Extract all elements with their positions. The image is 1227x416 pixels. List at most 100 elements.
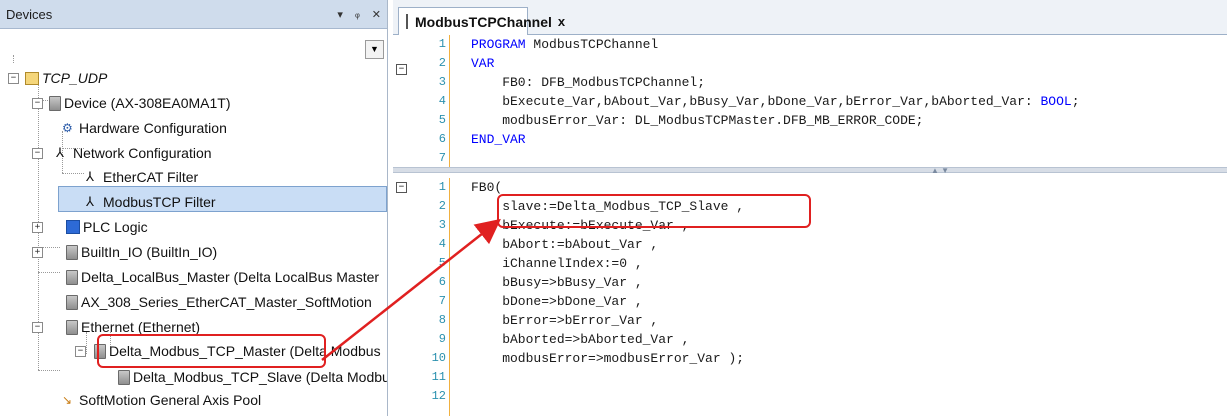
code-text: FB0: DFB_ModbusTCPChannel; (471, 73, 705, 92)
line-number: 3 (438, 218, 446, 232)
code-token: FB0( (471, 180, 503, 195)
code-token: bExecute_Var,bAbout_Var,bBusy_Var,bDone_… (471, 94, 1041, 109)
expand-icon[interactable]: + (32, 222, 43, 233)
tab-modbustcpchannel[interactable]: ModbusTCPChannel x (398, 7, 565, 35)
line-number: 2 (438, 56, 446, 70)
devices-panel-header: Devices ▾ ᵩ ✕ (0, 0, 387, 29)
line-number: 9 (438, 332, 446, 346)
tree-item-plc-logic[interactable]: + PLC Logic (32, 216, 148, 238)
line-number: 1 (438, 37, 446, 51)
line-number: 7 (438, 151, 446, 165)
code-token: bError=>bError_Var , (471, 313, 659, 328)
pane-splitter[interactable] (393, 167, 1227, 173)
code-token: modbusError_Var: DL_ModbusTCPMaster.DFB_… (471, 113, 924, 128)
code-text: VAR (471, 54, 494, 73)
code-line[interactable]: 3 FB0: DFB_ModbusTCPChannel; (393, 73, 1227, 92)
keyword-token: VAR (471, 56, 495, 71)
code-token: bAbort:=bAbout_Var , (471, 237, 659, 252)
project-icon (25, 71, 39, 85)
code-line[interactable]: 7 (393, 149, 1227, 167)
tree-item-network-configuration[interactable]: − ⅄ Network Configuration (32, 142, 212, 164)
code-text: PROGRAM ModbusTCPChannel (471, 35, 658, 54)
code-token: FB0: DFB_ModbusTCPChannel; (471, 75, 706, 90)
code-text: bBusy=>bBusy_Var , (471, 273, 643, 292)
code-text: iChannelIndex:=0 , (471, 254, 643, 273)
project-dropdown-button[interactable]: ▼ (365, 40, 384, 59)
tree-item-modbus-tcp-slave[interactable]: Delta_Modbus_TCP_Slave (Delta Modbu (118, 366, 387, 388)
network-icon: ⅄ (86, 169, 94, 184)
line-number: 3 (438, 75, 446, 89)
code-line[interactable]: 6 bBusy=>bBusy_Var , (393, 273, 1227, 292)
code-line[interactable]: 8 bError=>bError_Var , (393, 311, 1227, 330)
code-text: FB0( (471, 178, 502, 197)
devices-panel-title: Devices (6, 6, 53, 22)
code-text: END_VAR (471, 130, 526, 149)
code-token: modbusError=>modbusError_Var ); (471, 351, 745, 366)
code-line[interactable]: 4 bAbort:=bAbout_Var , (393, 235, 1227, 254)
tree-item-builtin-io[interactable]: + BuiltIn_IO (BuiltIn_IO) (32, 241, 217, 263)
collapse-icon[interactable]: − (32, 322, 43, 333)
code-text: bAbort:=bAbout_Var , (471, 235, 658, 254)
code-line[interactable]: 5 modbusError_Var: DL_ModbusTCPMaster.DF… (393, 111, 1227, 130)
tree-item-hardware-configuration[interactable]: ⚙ Hardware Configuration (62, 117, 227, 139)
panel-dropdown-icon[interactable]: ▾ (337, 8, 343, 21)
tree-item-ax308-ethercat-master[interactable]: AX_308_Series_EtherCAT_Master_SoftMotion (66, 291, 372, 313)
network-icon: ⅄ (86, 194, 94, 209)
line-number: 6 (438, 132, 446, 146)
code-text: modbusError=>modbusError_Var ); (471, 349, 744, 368)
tree-item-tcp-udp[interactable]: − TCP_UDP (8, 67, 107, 89)
document-icon (406, 14, 408, 29)
code-text: bAborted=>bAborted_Var , (471, 330, 689, 349)
keyword-token: BOOL (1040, 94, 1072, 109)
device-icon (66, 269, 78, 285)
collapse-icon[interactable]: − (8, 73, 19, 84)
axis-pool-icon: ↘ (62, 393, 73, 407)
tree-item-delta-localbus-master[interactable]: Delta_LocalBus_Master (Delta LocalBus Ma… (66, 266, 379, 288)
collapse-icon[interactable]: − (32, 98, 43, 109)
tree-item-ethercat-filter[interactable]: ⅄ EtherCAT Filter (86, 166, 198, 188)
slave-highlight-box (97, 334, 326, 368)
code-line[interactable]: 10 modbusError=>modbusError_Var ); (393, 349, 1227, 368)
code-token: iChannelIndex:=0 , (471, 256, 643, 271)
splitter-arrows-icon[interactable]: ▲ ▼ (931, 166, 949, 175)
declaration-pane[interactable]: − 1 PROGRAM ModbusTCPChannel 2 VAR 3 FB0: DF… (393, 35, 1227, 167)
code-token: ; (1071, 94, 1080, 109)
editor-tab-bar: ModbusTCPChannel x (393, 0, 1227, 35)
tree-item-device[interactable]: − Device (AX-308EA0MA1T) (32, 92, 231, 114)
code-text: bExecute_Var,bAbout_Var,bBusy_Var,bDone_… (471, 92, 1080, 111)
code-line[interactable]: 6 END_VAR (393, 130, 1227, 149)
line-number: 10 (431, 351, 446, 365)
line-number: 5 (438, 256, 446, 270)
expand-icon[interactable]: + (32, 247, 43, 258)
code-text: modbusError_Var: DL_ModbusTCPMaster.DFB_… (471, 111, 923, 130)
plc-logic-icon (66, 220, 80, 234)
tree-item-modbustcp-filter[interactable]: ⅄ ModbusTCP Filter (86, 191, 216, 213)
line-number: 8 (438, 313, 446, 327)
code-line[interactable]: 12 (393, 387, 1227, 406)
keyword-token: END_VAR (471, 132, 526, 147)
line-number: 7 (438, 294, 446, 308)
code-text: bDone=>bDone_Var , (471, 292, 642, 311)
code-line[interactable]: 11 (393, 368, 1227, 387)
code-token: bAborted=>bAborted_Var , (471, 332, 690, 347)
code-line[interactable]: 2 VAR (393, 54, 1227, 73)
code-line[interactable]: 5 iChannelIndex:=0 , (393, 254, 1227, 273)
code-token: bBusy=>bBusy_Var , (471, 275, 643, 290)
device-icon (66, 319, 78, 335)
keyword-token: PROGRAM (471, 37, 526, 52)
code-line[interactable]: 9 bAborted=>bAborted_Var , (393, 330, 1227, 349)
network-config-icon: ⅄ (56, 145, 64, 160)
collapse-icon[interactable]: − (75, 346, 86, 357)
close-icon[interactable]: ✕ (372, 8, 381, 21)
line-number: 1 (438, 180, 446, 194)
collapse-icon[interactable]: − (32, 148, 43, 159)
code-line[interactable]: 1 PROGRAM ModbusTCPChannel (393, 35, 1227, 54)
device-icon (66, 244, 78, 260)
code-line[interactable]: 4 bExecute_Var,bAbout_Var,bBusy_Var,bDon… (393, 92, 1227, 111)
line-number: 12 (431, 389, 446, 403)
pin-icon[interactable]: ᵩ (355, 8, 360, 20)
tree-item-softmotion-axis-pool[interactable]: ↘ SoftMotion General Axis Pool (62, 389, 261, 411)
code-line[interactable]: 7 bDone=>bDone_Var , (393, 292, 1227, 311)
tab-close-icon[interactable]: x (558, 14, 565, 29)
hardware-config-icon: ⚙ (62, 121, 73, 135)
